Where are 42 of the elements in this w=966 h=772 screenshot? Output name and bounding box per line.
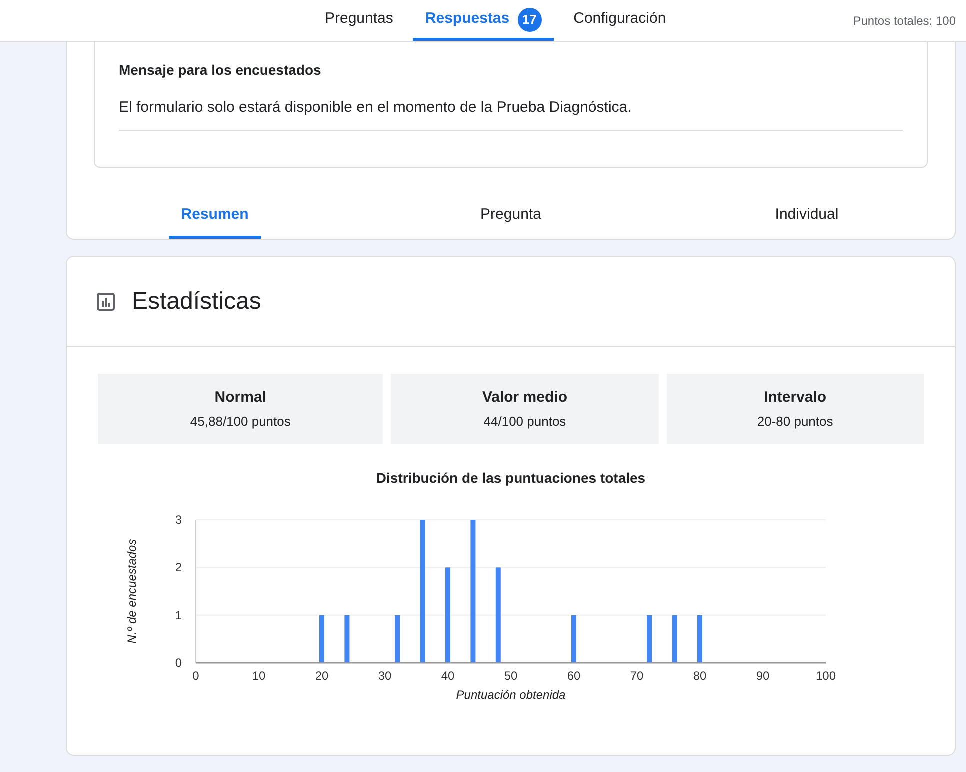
view-tab[interactable]: Pregunta bbox=[468, 204, 554, 239]
x-axis-title: Puntuación obtenida bbox=[456, 688, 566, 702]
axis-tick-label: 100 bbox=[816, 669, 836, 683]
message-title: Mensaje para los encuestados bbox=[119, 61, 322, 80]
y-axis-title: N.º de encuestados bbox=[125, 539, 139, 644]
bar bbox=[395, 615, 400, 663]
view-tab[interactable]: Individual bbox=[763, 204, 851, 239]
axis-tick-label: 80 bbox=[693, 669, 707, 683]
axis-tick-label: 3 bbox=[175, 513, 182, 527]
section-title: Estadísticas bbox=[132, 286, 262, 316]
stat-value: 20-80 puntos bbox=[757, 412, 834, 431]
nav-tab[interactable]: Configuración bbox=[562, 1, 678, 41]
stat-label: Normal bbox=[214, 388, 266, 408]
stat-value: 44/100 puntos bbox=[484, 412, 566, 431]
axis-tick-label: 50 bbox=[504, 669, 518, 683]
axis-tick-label: 0 bbox=[192, 669, 200, 683]
bar bbox=[320, 615, 324, 663]
axis-tick-label: 10 bbox=[252, 669, 266, 683]
axis-tick-label: 2 bbox=[175, 560, 182, 575]
bar bbox=[672, 615, 678, 663]
bar-chart-icon bbox=[96, 292, 116, 312]
axis-tick-label: 70 bbox=[630, 669, 644, 683]
stat-label: Intervalo bbox=[764, 388, 827, 408]
bar bbox=[698, 615, 702, 663]
bar bbox=[572, 615, 576, 663]
nav-tab[interactable]: Preguntas bbox=[313, 1, 406, 41]
count-badge: 17 bbox=[518, 8, 542, 32]
axis-tick-label: 1 bbox=[175, 608, 182, 622]
bar bbox=[344, 615, 350, 663]
axis-tick-label: 90 bbox=[756, 669, 770, 683]
stat-value: 45,88/100 puntos bbox=[190, 412, 291, 431]
chart-title: Distribución de las puntuaciones totales bbox=[376, 469, 646, 488]
bar bbox=[647, 615, 652, 663]
axis-tick-label: 40 bbox=[441, 669, 455, 683]
axis-tick-label: 0 bbox=[175, 656, 182, 670]
stat-label: Valor medio bbox=[482, 388, 568, 408]
view-tab[interactable]: Resumen bbox=[169, 204, 261, 239]
axis-tick-label: 20 bbox=[315, 669, 329, 683]
axis-tick-label: 60 bbox=[567, 669, 581, 683]
total-points: Puntos totales: 100 bbox=[853, 13, 956, 30]
axis-tick-label: 30 bbox=[378, 669, 392, 683]
message-text: El formulario solo estará disponible en el momento de la Prueba Diagnóstica. bbox=[119, 97, 903, 130]
